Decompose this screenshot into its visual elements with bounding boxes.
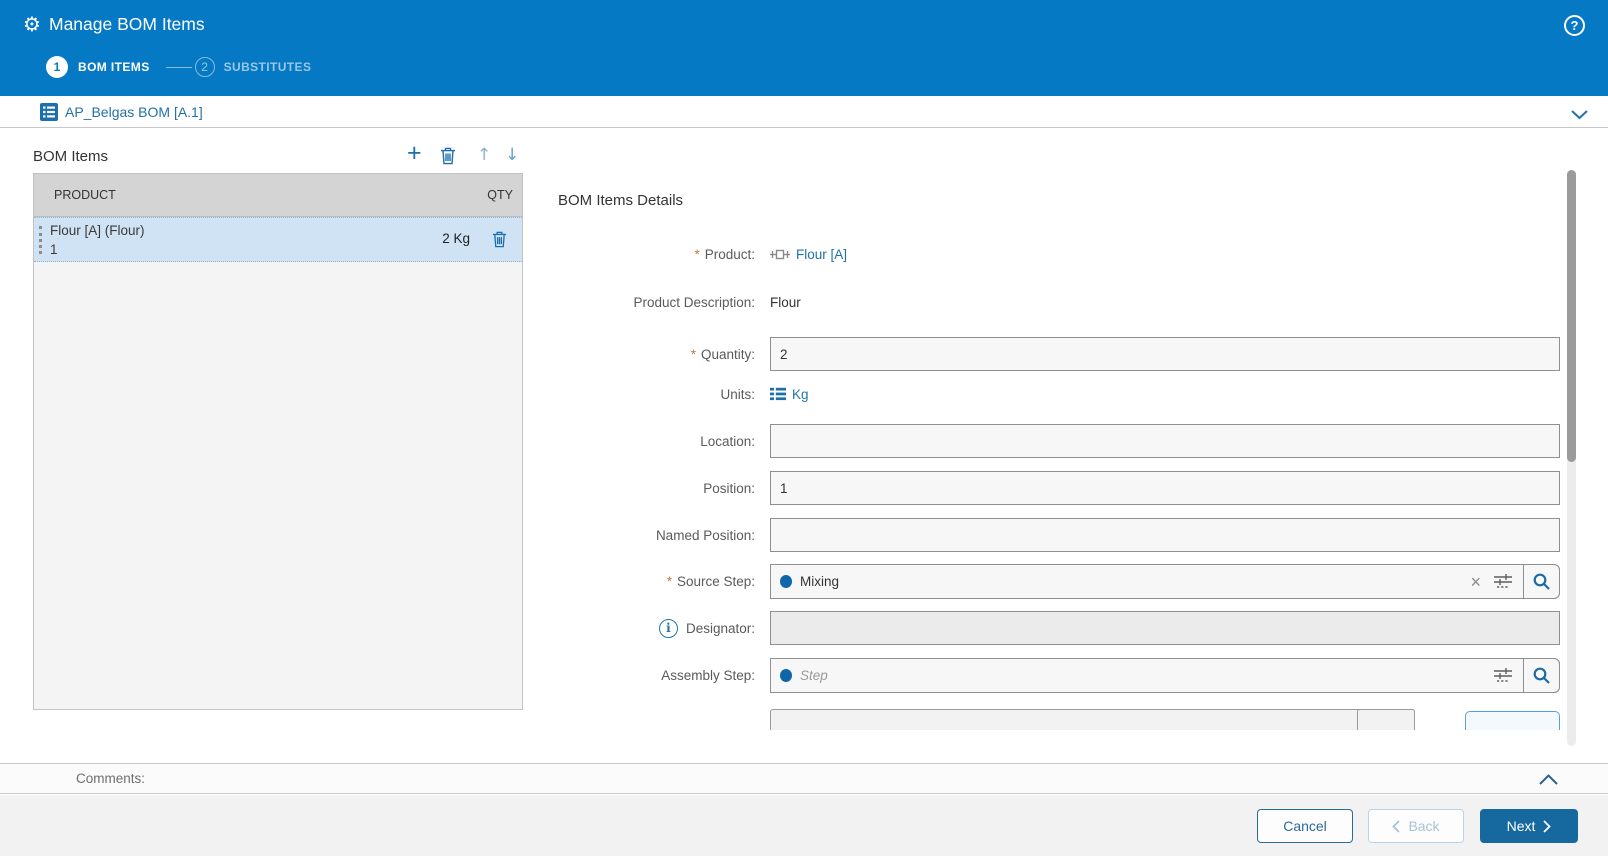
next-button[interactable]: Next: [1480, 809, 1578, 843]
part-icon: [770, 247, 790, 262]
comments-label: Comments:: [76, 771, 146, 786]
footer-bar: Cancel Back Next: [0, 795, 1608, 856]
column-header-qty[interactable]: QTY: [487, 188, 513, 202]
partial-input[interactable]: [770, 709, 1415, 730]
comments-bar: Comments:: [0, 763, 1608, 794]
cancel-button[interactable]: Cancel: [1257, 809, 1353, 843]
bom-header-bar: AP_Belgas BOM [A.1]: [0, 96, 1608, 128]
move-up-button[interactable]: ↑: [477, 145, 491, 165]
info-icon[interactable]: i: [658, 618, 678, 638]
gear-icon: ⚙: [23, 12, 41, 36]
step-1-label[interactable]: BOM ITEMS: [78, 60, 150, 74]
chevron-left-icon: [1392, 819, 1401, 833]
assembly-step-placeholder: Step: [800, 668, 828, 683]
scrollbar-thumb[interactable]: [1567, 170, 1576, 462]
row-qty-cell: 2 Kg: [442, 231, 470, 246]
source-step-label: * Source Step:: [666, 574, 755, 589]
field-row-quantity: * Quantity:: [560, 337, 1560, 371]
bom-items-panel-title: BOM Items: [33, 148, 109, 165]
required-asterisk: *: [694, 246, 700, 262]
step-2-label[interactable]: SUBSTITUTES: [224, 60, 312, 74]
back-button[interactable]: Back: [1368, 809, 1464, 843]
designator-label: i Designator:: [560, 611, 755, 645]
field-row-source-step: * Source Step: Mixing ×: [560, 564, 1560, 599]
row-delete-icon[interactable]: [492, 231, 507, 253]
field-row-location: Location:: [560, 424, 1560, 458]
source-step-picker[interactable]: Mixing ×: [770, 564, 1560, 599]
location-label: Location:: [700, 433, 755, 449]
quantity-label: * Quantity:: [690, 346, 755, 362]
field-row-named-position: Named Position:: [560, 518, 1560, 552]
position-label: Position:: [703, 480, 755, 496]
partial-input-button[interactable]: [1357, 709, 1415, 730]
row-product-cell: Flour [A] (Flour): [50, 223, 145, 238]
field-row-product: * Product: Flour [A]: [560, 237, 1560, 271]
product-link[interactable]: Flour [A]: [796, 247, 847, 262]
app-header: ⚙ Manage BOM Items ? 1 BOM ITEMS 2 SUBST…: [0, 0, 1608, 96]
delete-item-button[interactable]: [440, 147, 456, 170]
row-position-cell: 1: [50, 242, 58, 257]
required-asterisk: *: [666, 574, 672, 589]
field-row-designator: i Designator:: [560, 611, 1560, 645]
field-row-product-description: Product Description: Flour: [560, 285, 1560, 319]
chevron-right-icon: [1543, 819, 1552, 833]
filter-icon[interactable]: [1493, 667, 1513, 684]
designator-input[interactable]: [770, 611, 1560, 645]
field-row-units: Units: Kg: [560, 377, 1560, 411]
position-input[interactable]: [770, 471, 1560, 505]
product-description-value: Flour: [770, 294, 801, 310]
location-input[interactable]: [770, 424, 1560, 458]
product-value: Flour [A]: [770, 237, 847, 271]
filter-icon[interactable]: [1493, 573, 1513, 590]
units-label: Units:: [720, 386, 755, 402]
bom-list-icon: [40, 103, 58, 126]
search-button[interactable]: [1523, 658, 1560, 693]
bom-title[interactable]: AP_Belgas BOM [A.1]: [65, 104, 203, 120]
step-dot-icon: [780, 669, 792, 682]
units-value: Kg: [770, 377, 809, 411]
step-connector: [165, 66, 192, 68]
table-header: PRODUCT QTY: [34, 174, 522, 217]
assembly-step-picker[interactable]: Step: [770, 658, 1560, 693]
clear-icon[interactable]: ×: [1470, 573, 1481, 591]
product-description-label: Product Description:: [633, 294, 755, 310]
step-2-circle[interactable]: 2: [194, 57, 215, 77]
chevron-down-icon[interactable]: [1571, 107, 1588, 125]
assembly-step-label: Assembly Step:: [661, 668, 755, 683]
page-title: Manage BOM Items: [49, 14, 205, 34]
partial-action-button[interactable]: [1465, 711, 1560, 730]
quantity-input[interactable]: [770, 337, 1560, 371]
details-title: BOM Items Details: [558, 192, 684, 209]
named-position-input[interactable]: [770, 518, 1560, 552]
move-down-button[interactable]: ↓: [505, 145, 519, 165]
table-row[interactable]: Flour [A] (Flour) 1 2 Kg: [34, 217, 522, 262]
step-dot-icon: [780, 575, 792, 588]
required-asterisk: *: [690, 346, 696, 362]
chevron-up-icon[interactable]: [1539, 772, 1558, 790]
step-1-circle[interactable]: 1: [46, 56, 68, 78]
field-row-position: Position:: [560, 471, 1560, 505]
named-position-label: Named Position:: [655, 527, 755, 543]
bom-items-table: PRODUCT QTY Flour [A] (Flour) 1 2 Kg: [33, 173, 523, 710]
wizard-steps: 1 BOM ITEMS 2 SUBSTITUTES: [46, 55, 311, 79]
source-step-value: Mixing: [800, 574, 840, 589]
column-header-product[interactable]: PRODUCT: [54, 188, 116, 202]
help-icon[interactable]: ?: [1564, 15, 1585, 36]
search-button[interactable]: [1523, 564, 1560, 599]
add-item-button[interactable]: +: [407, 141, 422, 166]
drag-handle[interactable]: [39, 226, 42, 254]
field-row-partial: [560, 707, 1570, 730]
units-link[interactable]: Kg: [792, 387, 809, 402]
product-label: * Product:: [694, 246, 755, 262]
units-list-icon: [770, 387, 786, 401]
field-row-assembly-step: Assembly Step: Step: [560, 658, 1560, 693]
